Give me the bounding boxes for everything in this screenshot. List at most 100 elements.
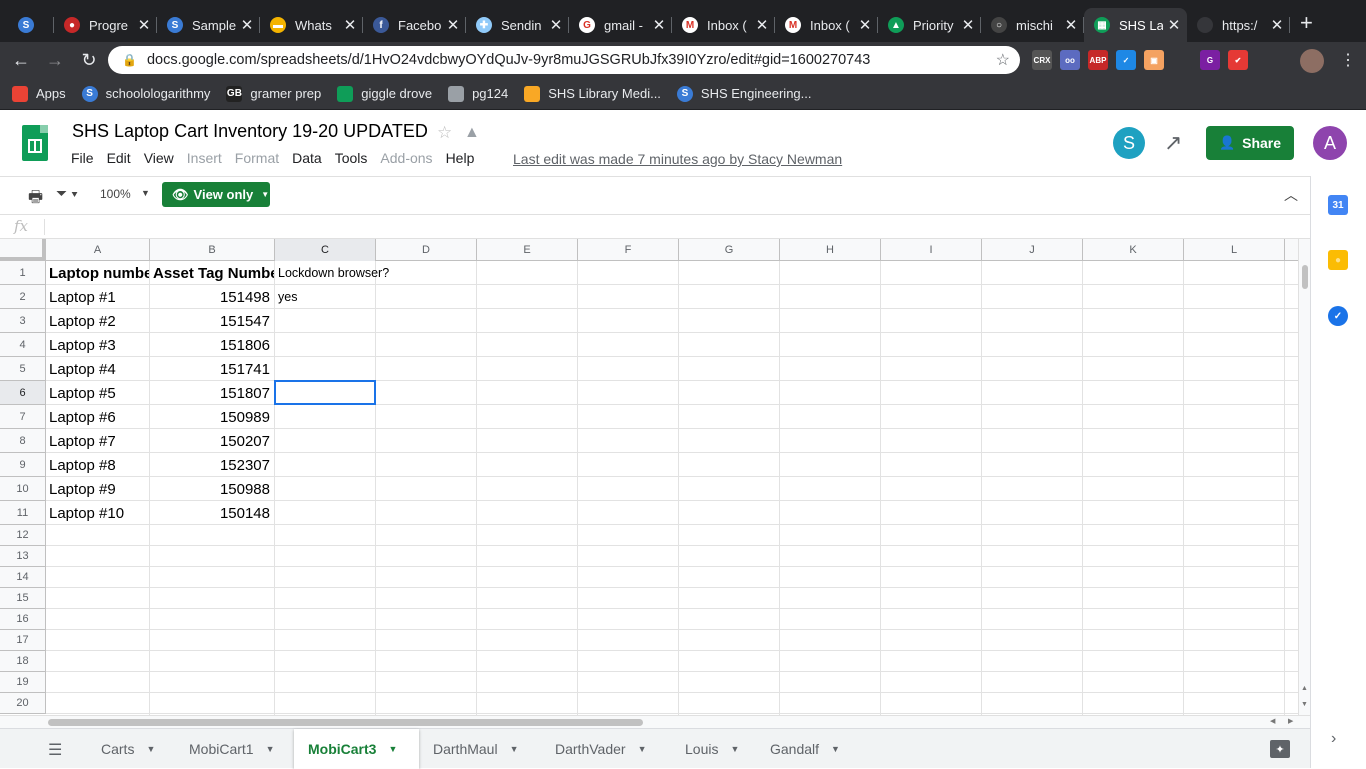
browser-tab[interactable]: ▲ Priority ✕ [878,8,981,42]
cell-b11[interactable]: 150148 [153,501,274,525]
document-title[interactable]: SHS Laptop Cart Inventory 19-20 UPDATED [72,121,428,142]
formula-bar[interactable]: fx [0,214,1310,239]
scroll-up-icon[interactable]: ▲ [1301,685,1308,692]
column-header-d[interactable]: D [376,239,477,261]
extension-icon[interactable]: G [1200,50,1220,70]
share-button[interactable]: 👤 Share [1206,126,1294,160]
cell-a9[interactable]: Laptop #8 [49,453,149,477]
close-tab-icon[interactable]: ✕ [1270,16,1284,34]
close-tab-icon[interactable]: ✕ [343,16,357,34]
cell-b2[interactable]: 151498 [153,285,274,309]
close-tab-icon[interactable]: ✕ [549,16,563,34]
menu-item-tools[interactable]: Tools [335,150,368,166]
spreadsheet-grid[interactable]: ABCDEFGHIJKL 1 2 3 4 5 6 7 8 9 10 11 12 13 14 15 16 17 18… [0,239,1298,715]
filter-icon[interactable]: ⏷ ▾ [56,185,78,202]
zoom-select[interactable]: 100% [100,187,131,201]
menu-item-edit[interactable]: Edit [107,150,131,166]
account-avatar[interactable]: A [1313,126,1347,160]
cell-a1[interactable]: Laptop number [49,261,149,285]
row-header-13[interactable]: 13 [0,546,46,567]
cell-b5[interactable]: 151741 [153,357,274,381]
cell-a7[interactable]: Laptop #6 [49,405,149,429]
row-header-4[interactable]: 4 [0,333,46,357]
star-icon[interactable]: ☆ [437,123,452,143]
browser-tab[interactable]: ✚ Sendin ✕ [466,8,569,42]
column-header-g[interactable]: G [679,239,780,261]
close-tab-icon[interactable]: ✕ [1064,16,1078,34]
browser-tab[interactable]: S Sample ✕ [157,8,260,42]
row-header-20[interactable]: 20 [0,693,46,714]
column-header-i[interactable]: I [881,239,982,261]
column-header-l[interactable]: L [1184,239,1285,261]
browser-menu-icon[interactable]: ⋮ [1340,50,1356,70]
cell-b3[interactable]: 151547 [153,309,274,333]
select-all-corner[interactable] [0,239,46,261]
new-tab-icon[interactable]: + [1300,6,1313,40]
column-header-c[interactable]: C [275,239,376,261]
sheet-tab-louis[interactable]: Louis ▼ [671,729,756,769]
row-header-19[interactable]: 19 [0,672,46,693]
close-tab-icon[interactable]: ✕ [961,16,975,34]
scroll-down-icon[interactable]: ▼ [1301,701,1308,708]
sheet-tab-gandalf[interactable]: Gandalf ▼ [756,729,856,769]
bookmark-star-icon[interactable]: ☆ [996,50,1010,70]
row-header-9[interactable]: 9 [0,453,46,477]
view-only-button[interactable]: 👁 View only ▼ [162,182,270,207]
row-header-3[interactable]: 3 [0,309,46,333]
chevron-down-icon[interactable]: ▼ [638,744,647,754]
address-bar[interactable]: 🔒 docs.google.com/spreadsheets/d/1HvO24v… [108,46,1020,74]
close-tab-icon[interactable]: ✕ [1167,16,1181,34]
cell-a2[interactable]: Laptop #1 [49,285,149,309]
last-edit-link[interactable]: Last edit was made 7 minutes ago by Stac… [513,151,842,167]
browser-tab[interactable]: ○ mischi ✕ [981,8,1084,42]
close-tab-icon[interactable]: ✕ [240,16,254,34]
row-header-1[interactable]: 1 [0,261,46,285]
cell-b10[interactable]: 150988 [153,477,274,501]
row-header-6[interactable]: 6 [0,381,46,405]
column-header-e[interactable]: E [477,239,578,261]
forward-icon[interactable]: → [38,50,72,71]
browser-profile-avatar[interactable] [1300,49,1324,73]
chevron-down-icon[interactable]: ▼ [831,744,840,754]
reload-icon[interactable]: ↻ [72,50,106,71]
explore-icon[interactable]: ✦ [1270,740,1290,758]
column-header-h[interactable]: H [780,239,881,261]
browser-tab[interactable]: M Inbox (✕ [775,8,878,42]
browser-tab[interactable]: f Facebo ✕ [363,8,466,42]
cell-a6[interactable]: Laptop #5 [49,381,149,405]
bookmark-item[interactable]: giggle drove [337,85,432,102]
chevron-down-icon[interactable]: ▼ [146,744,155,754]
sheet-tab-darthvader[interactable]: DarthVader ▼ [541,729,671,769]
horizontal-scroll-thumb[interactable] [48,719,643,726]
browser-tab[interactable]: S [8,8,54,42]
row-header-15[interactable]: 15 [0,588,46,609]
menu-item-data[interactable]: Data [292,150,322,166]
bookmark-item[interactable]: pg124 [448,85,508,102]
bookmark-item[interactable]: Sschoolologarithmy [81,85,210,102]
scroll-left-icon[interactable]: ◀ [1270,717,1275,725]
cell-b7[interactable]: 150989 [153,405,274,429]
cell-a11[interactable]: Laptop #10 [49,501,149,525]
cell-b1[interactable]: Asset Tag Number [153,261,274,285]
cell-b8[interactable]: 150207 [153,429,274,453]
all-sheets-menu-icon[interactable]: ☰ [48,740,62,760]
browser-tab[interactable]: Ggmail - ✕ [569,8,672,42]
row-header-5[interactable]: 5 [0,357,46,381]
menu-item-help[interactable]: Help [446,150,475,166]
menu-item-view[interactable]: View [144,150,174,166]
browser-tab[interactable]: M Inbox (✕ [672,8,775,42]
column-header-k[interactable]: K [1083,239,1184,261]
row-header-2[interactable]: 2 [0,285,46,309]
row-header-11[interactable]: 11 [0,501,46,525]
print-icon[interactable]: 🖶 [28,186,43,213]
tasks-icon[interactable]: ✓ [1328,306,1348,326]
close-tab-icon[interactable]: ✕ [652,16,666,34]
row-header-16[interactable]: 16 [0,609,46,630]
bookmark-item[interactable]: GB gramer prep [226,85,321,102]
column-header-j[interactable]: J [982,239,1083,261]
cell-c1[interactable]: Lockdown browser? [278,261,476,285]
sheet-tab-mobicart1[interactable]: MobiCart1 ▼ [175,729,294,769]
cell-a3[interactable]: Laptop #2 [49,309,149,333]
row-header-7[interactable]: 7 [0,405,46,429]
chevron-down-icon[interactable]: ▼ [510,744,519,754]
